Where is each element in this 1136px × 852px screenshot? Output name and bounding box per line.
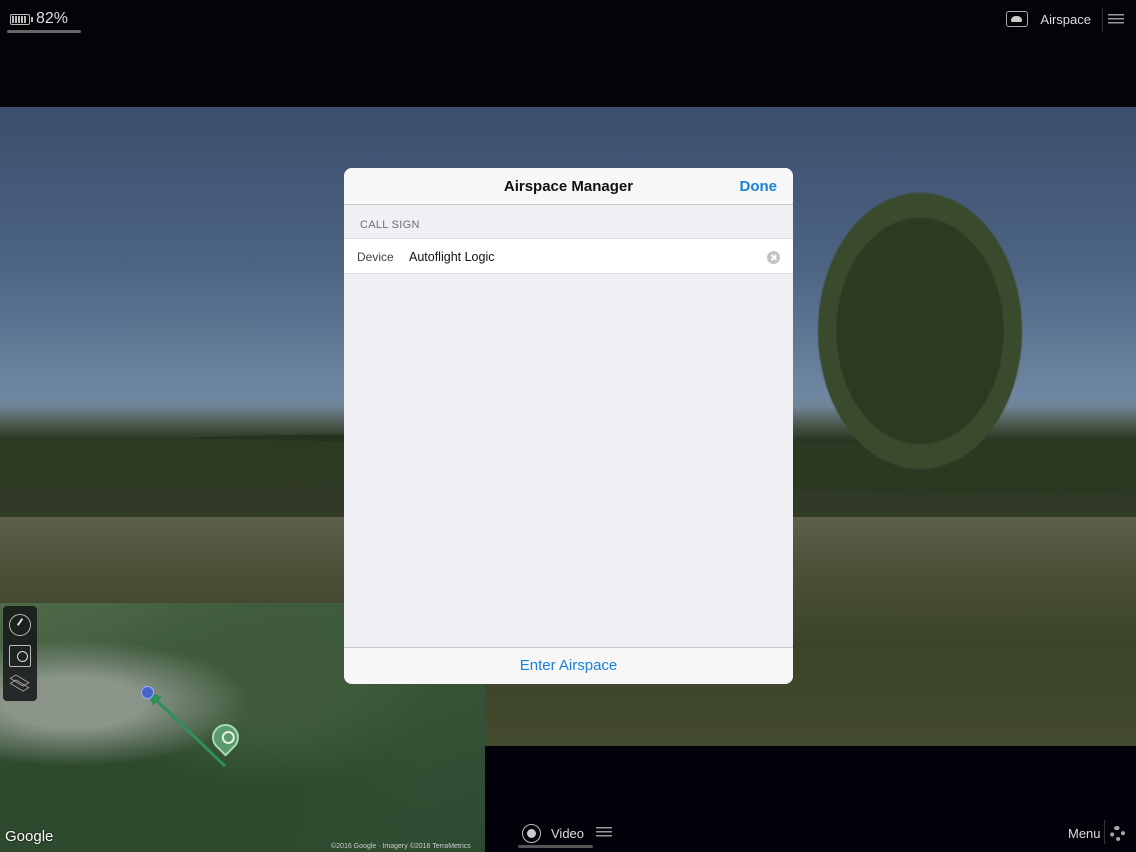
section-header: CALL SIGN [360,219,420,231]
battery-underline [7,30,81,33]
done-button[interactable]: Done [740,178,778,195]
layers-icon[interactable] [9,674,31,696]
list-icon[interactable] [1108,14,1124,26]
clear-icon[interactable] [767,251,780,264]
battery-icon [10,13,33,25]
airspace-label: Airspace [1040,11,1091,27]
dialog-title: Airspace Manager [503,178,634,195]
battery-percent: 82% [36,10,69,27]
battery-status: 82% [10,10,68,28]
list-icon[interactable] [596,827,612,839]
video-underline [518,845,593,848]
map-controls [3,606,37,701]
device-label: Device [357,250,394,264]
airspace-manager-dialog: Airspace Manager Done CALL SIGN Device A… [344,168,793,684]
compass-icon[interactable] [9,614,31,636]
dialog-footer: Enter Airspace [344,647,793,684]
tree [790,187,1050,507]
map-search-icon[interactable] [9,645,31,667]
map-credit: ©2016 Google · Imagery ©2016 TerraMetric… [331,843,471,850]
google-logo: Google [5,828,54,845]
dialog-header: Airspace Manager Done [344,168,793,205]
enter-airspace-button[interactable]: Enter Airspace [344,657,793,674]
record-icon[interactable] [522,824,541,843]
top-bar: 82% Airspace [0,0,1136,107]
divider [1102,8,1103,32]
video-button[interactable]: Video [551,826,584,841]
airspace-button[interactable]: Airspace [1006,11,1091,27]
gear-icon[interactable] [1110,826,1125,841]
menu-button[interactable]: Menu [1068,826,1101,841]
cloud-icon [1006,11,1029,27]
device-field[interactable]: Autoflight Logic [409,250,494,264]
divider [1104,820,1105,844]
device-row: Device Autoflight Logic [344,238,793,274]
drone-marker[interactable] [141,686,154,699]
